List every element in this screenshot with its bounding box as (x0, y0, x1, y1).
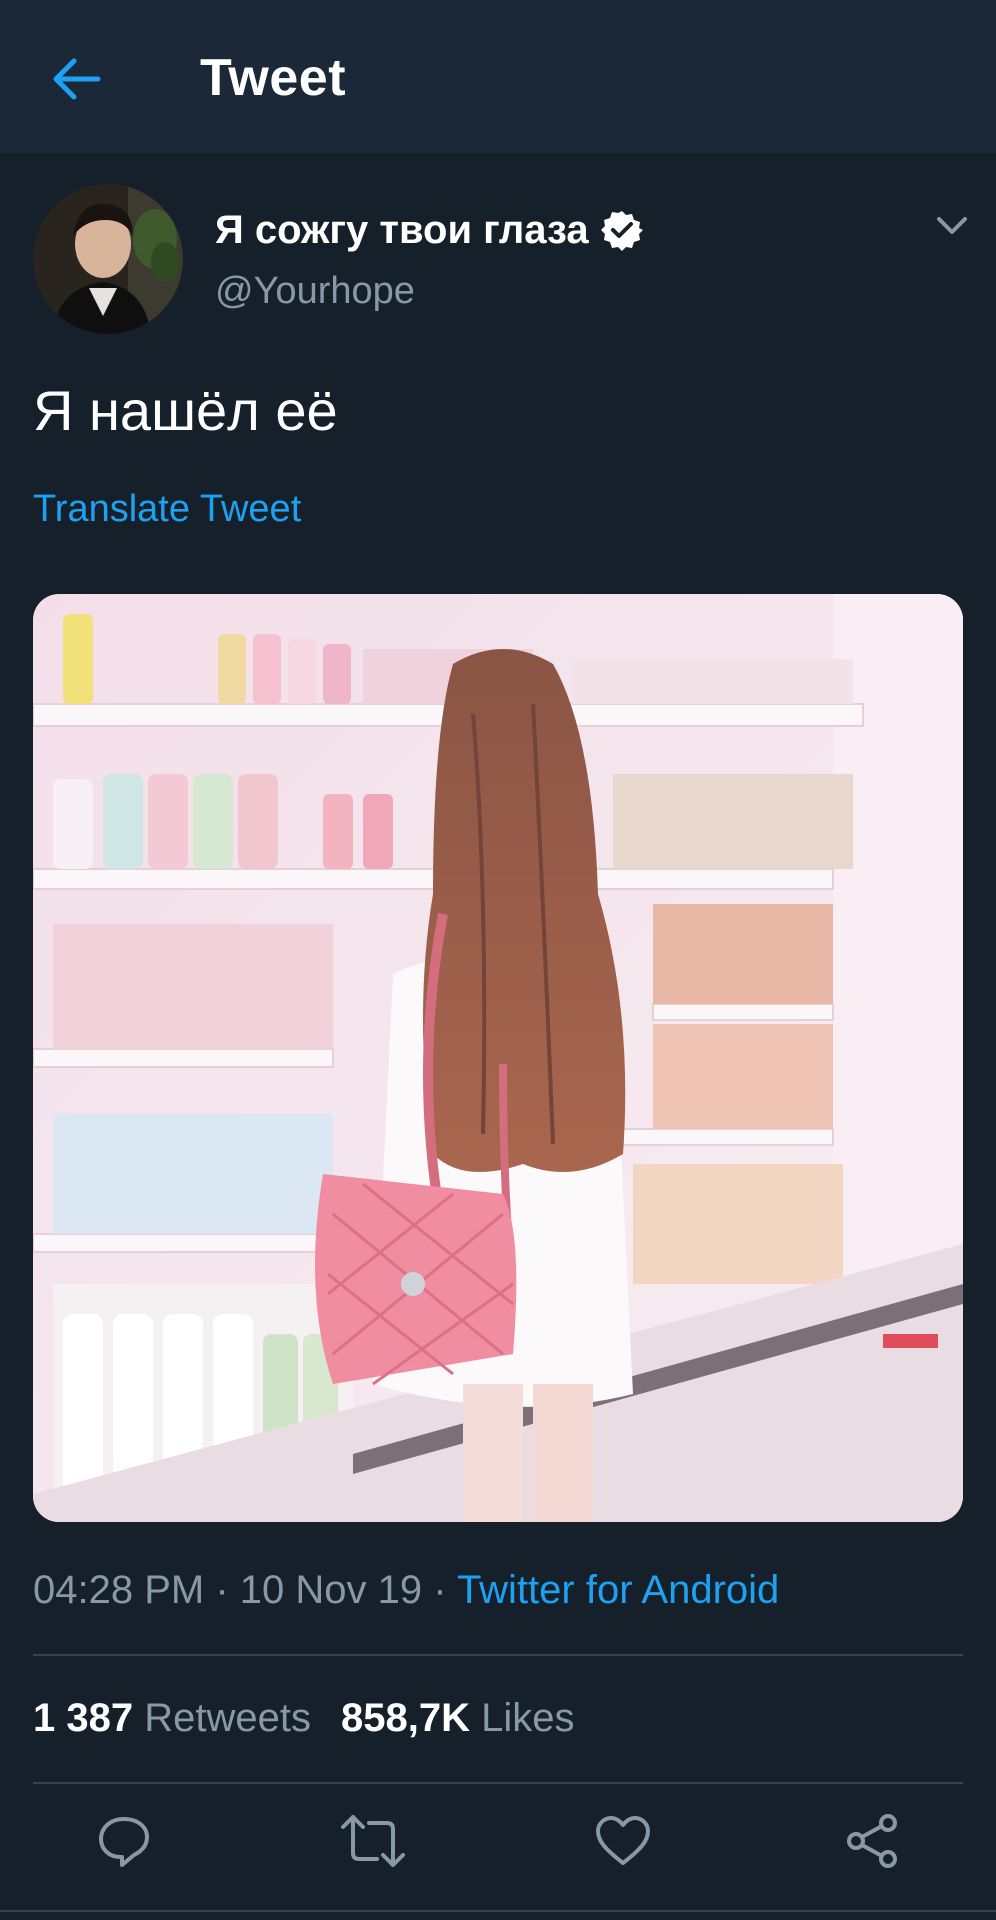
likes-count: 858,7K (340, 1696, 470, 1740)
divider (33, 1782, 963, 1784)
heart-icon (596, 1816, 650, 1865)
page-title: Tweet (200, 49, 347, 107)
share-icon (847, 1814, 897, 1868)
tweet-media-photo[interactable] (33, 594, 963, 1522)
arrow-left-icon (53, 58, 101, 100)
tweet-date: 10 Nov 19 (239, 1568, 423, 1612)
meta-separator: · (422, 1568, 457, 1612)
retweet-icon (341, 1815, 405, 1867)
share-button[interactable] (837, 1806, 907, 1876)
tweet-source-link[interactable]: Twitter for Android (457, 1568, 779, 1612)
tweet-time: 04:28 PM (33, 1568, 205, 1612)
divider (0, 1910, 996, 1912)
retweets-stat[interactable]: 1 387 Retweets (33, 1696, 311, 1740)
meta-separator: · (204, 1568, 240, 1612)
verified-badge-icon (600, 211, 643, 251)
like-button[interactable] (588, 1806, 658, 1876)
retweets-label: Retweets (144, 1696, 311, 1740)
author-display-name[interactable]: Я сожгу твои глаза (215, 208, 589, 253)
tweet-actions-bar (0, 1806, 996, 1886)
tweet-meta: 04:28 PM · 10 Nov 19 · Twitter for Andro… (33, 1568, 779, 1613)
tweet-text: Я нашёл её (33, 379, 338, 442)
author-handle[interactable]: @Yourhope (215, 270, 415, 313)
top-bar: Tweet (0, 0, 996, 155)
reply-button[interactable] (89, 1806, 159, 1876)
likes-label: Likes (481, 1696, 575, 1740)
tweet-stats: 1 387 Retweets 858,7K Likes (33, 1696, 574, 1741)
translate-tweet-link[interactable]: Translate Tweet (33, 488, 301, 531)
retweet-button[interactable] (338, 1806, 408, 1876)
author-name-row[interactable]: Я сожгу твои глаза (215, 202, 643, 258)
avatar[interactable] (33, 184, 183, 334)
tweet-options-button[interactable] (932, 206, 972, 246)
reply-icon (99, 1817, 149, 1867)
likes-stat[interactable]: 858,7K Likes (341, 1696, 575, 1740)
back-button[interactable] (48, 50, 106, 108)
divider (33, 1654, 963, 1656)
chevron-down-icon (937, 217, 967, 234)
retweets-count: 1 387 (33, 1696, 134, 1740)
